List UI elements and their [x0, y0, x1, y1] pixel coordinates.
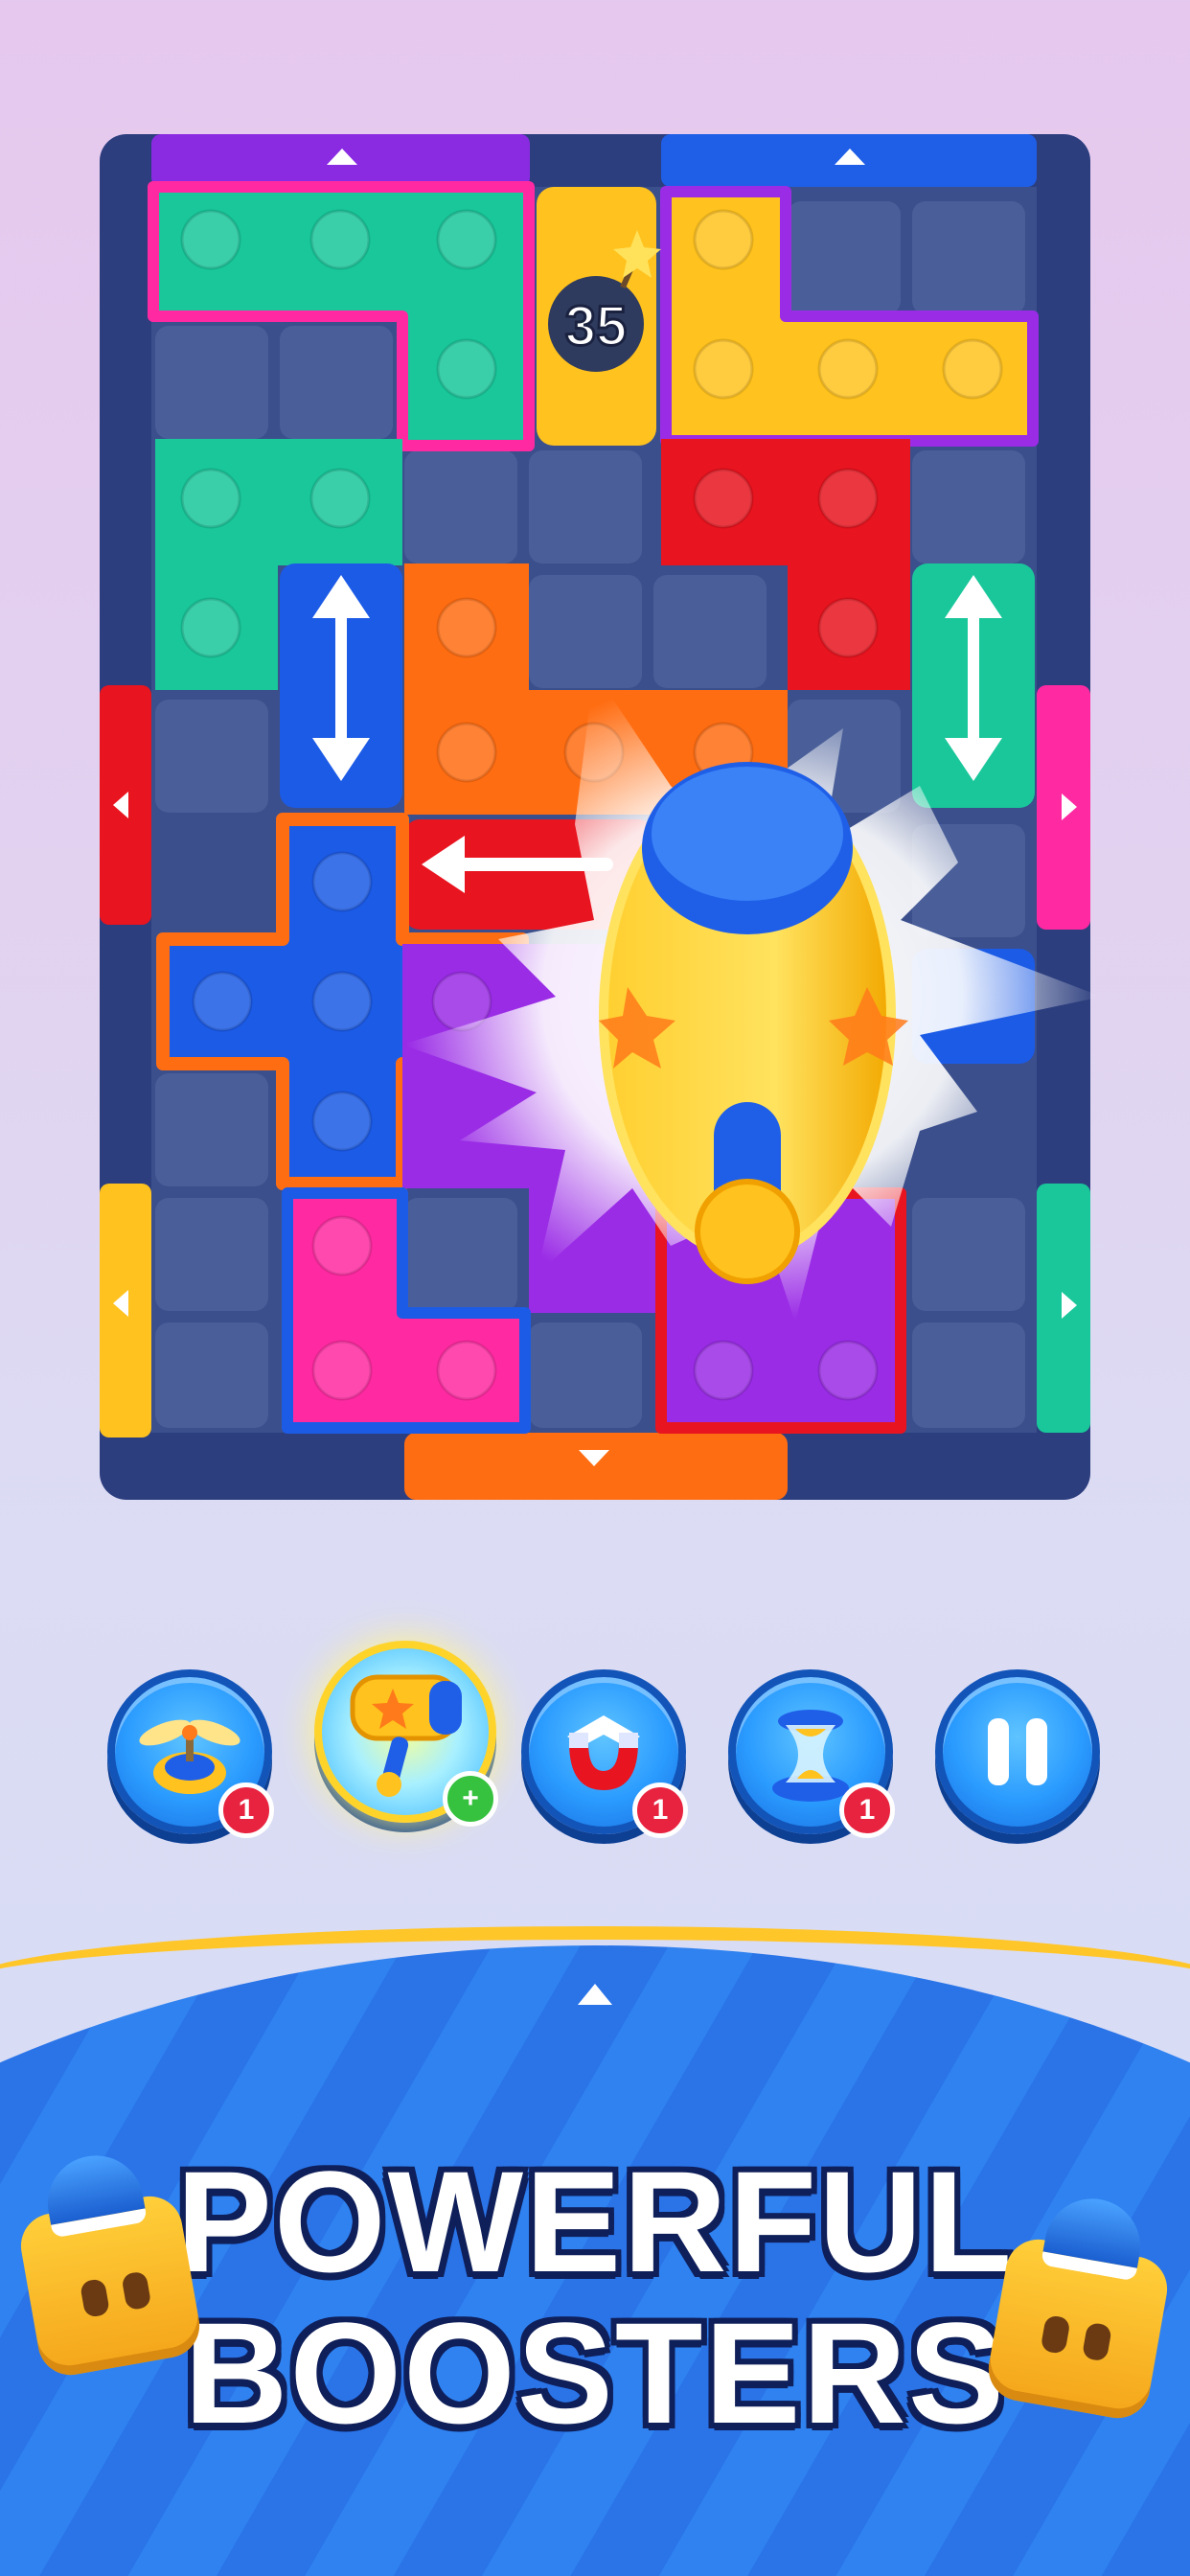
game-board[interactable]: 35	[0, 0, 1190, 1533]
hourglass-booster-button[interactable]: 1	[728, 1669, 895, 1838]
pause-icon	[988, 1718, 1047, 1785]
bomb-counter: 35	[565, 295, 628, 357]
add-booster-badge[interactable]: +	[443, 1771, 498, 1827]
pause-button[interactable]	[935, 1669, 1100, 1834]
booster-count-badge: 1	[632, 1782, 688, 1838]
booster-count-badge: 1	[218, 1782, 274, 1838]
magnet-booster-button[interactable]: 1	[521, 1669, 688, 1838]
hammer-booster-button[interactable]: +	[314, 1641, 498, 1827]
mascot-left	[15, 2148, 205, 2380]
mascot-right	[983, 2191, 1173, 2424]
bottom-gate-orange	[404, 1433, 788, 1500]
propeller-booster-button[interactable]: 1	[107, 1669, 274, 1838]
booster-count-badge: 1	[839, 1782, 895, 1838]
up-arrow-icon	[578, 1984, 612, 2005]
